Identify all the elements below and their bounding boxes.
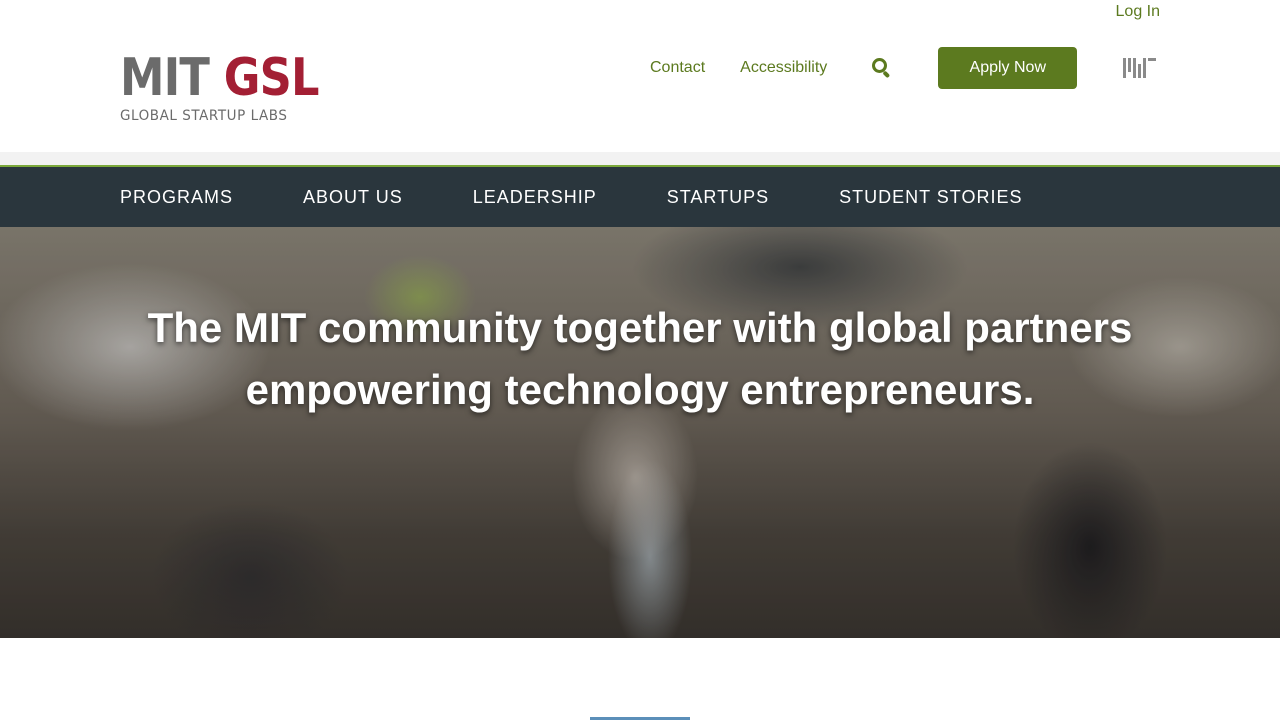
logo-gsl-text: GSL xyxy=(223,48,320,108)
utility-nav: Contact Accessibility Apply Now xyxy=(650,47,1078,89)
logo-subtitle: GLOBAL STARTUP LABS xyxy=(120,108,288,124)
nav-item-startups[interactable]: STARTUPS xyxy=(667,187,769,208)
apply-now-button[interactable]: Apply Now xyxy=(938,47,1078,89)
header-separator xyxy=(0,152,1280,165)
search-icon-handle xyxy=(883,70,891,78)
mit-bar-6 xyxy=(1148,58,1156,61)
mit-bar-2 xyxy=(1128,58,1131,72)
nav-item-about-us[interactable]: ABOUT US xyxy=(303,187,403,208)
mit-logo-icon[interactable] xyxy=(1123,58,1160,78)
site-header: Log In MIT GSL GLOBAL STARTUP LABS Conta… xyxy=(0,0,1280,152)
accessibility-link[interactable]: Accessibility xyxy=(740,59,827,77)
search-icon[interactable] xyxy=(871,57,891,79)
hero-title-line-2: empowering technology entrepreneurs. xyxy=(245,366,1035,413)
mit-bar-4 xyxy=(1138,64,1141,78)
hero-title: The MIT community together with global p… xyxy=(0,297,1280,421)
nav-item-leadership[interactable]: LEADERSHIP xyxy=(473,187,597,208)
logo-wordmark: MIT GSL xyxy=(120,52,319,106)
mit-bar-1 xyxy=(1123,58,1126,78)
hero-photo xyxy=(0,227,1280,638)
main-nav-list: PROGRAMS ABOUT US LEADERSHIP STARTUPS ST… xyxy=(120,167,1092,227)
logo-mit-text: MIT xyxy=(120,48,210,108)
hero-title-line-1: The MIT community together with global p… xyxy=(147,304,1133,351)
hero-banner: The MIT community together with global p… xyxy=(0,227,1280,638)
main-nav: PROGRAMS ABOUT US LEADERSHIP STARTUPS ST… xyxy=(0,165,1280,227)
mit-bar-5 xyxy=(1143,58,1146,78)
nav-item-programs[interactable]: PROGRAMS xyxy=(120,187,233,208)
login-link[interactable]: Log In xyxy=(1116,3,1160,21)
nav-item-student-stories[interactable]: STUDENT STORIES xyxy=(839,187,1022,208)
site-logo[interactable]: MIT GSL GLOBAL STARTUP LABS xyxy=(120,52,319,124)
mit-bar-3 xyxy=(1133,58,1136,78)
page: Log In MIT GSL GLOBAL STARTUP LABS Conta… xyxy=(0,0,1280,720)
contact-link[interactable]: Contact xyxy=(650,59,705,77)
